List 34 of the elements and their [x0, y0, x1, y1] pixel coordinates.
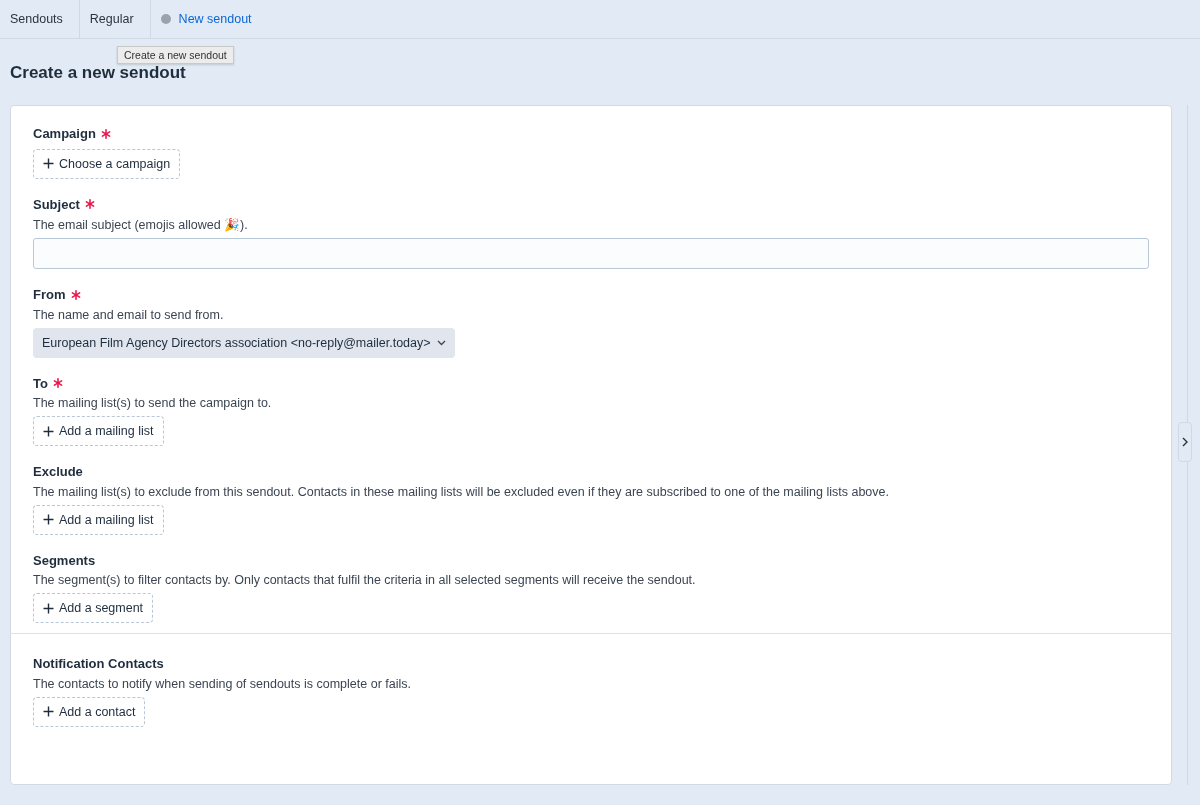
status-dot-icon	[160, 14, 171, 24]
field-description: The contacts to notify when sending of sendouts is complete or fails.	[33, 676, 412, 691]
sender-select[interactable]: European Film Agency Directors association <no-reply@mailer.today>	[33, 327, 455, 358]
field-description: The email subject (emojis allowed 🎉).	[33, 217, 249, 232]
chevron-down-icon	[436, 339, 446, 346]
field-description: The mailing list(s) to send the campaign to.	[33, 396, 273, 410]
add-button[interactable]: Add a segment	[33, 593, 154, 623]
tooltip: Create a new sendout	[117, 46, 234, 64]
page-title: Create a new sendout	[10, 64, 186, 81]
plus-icon	[43, 602, 54, 614]
field-description: The name and email to send from.	[33, 307, 225, 322]
add-button[interactable]: Add a mailing list	[33, 504, 164, 535]
field-label: Subject	[33, 196, 80, 212]
field-label: From	[33, 287, 66, 302]
subject-input-field[interactable]	[33, 238, 1149, 269]
add-button[interactable]: Add a contact	[33, 696, 146, 727]
field-label: To	[33, 375, 48, 391]
add-button[interactable]: Choose a campaign	[33, 148, 181, 179]
plus-icon	[43, 158, 54, 169]
plus-icon	[43, 425, 54, 437]
field-label: Campaign	[33, 126, 96, 141]
breadcrumb-link[interactable]: Sendouts	[0, 0, 80, 38]
field-label: Exclude	[33, 464, 83, 479]
field-description: The segment(s) to filter contacts by. Only contacts that fulfil the criteria in all selected segments will receive the sendout.	[33, 573, 697, 587]
breadcrumb-link[interactable]: Regular	[79, 0, 151, 38]
field-label: Segments	[33, 552, 96, 568]
add-button[interactable]: Add a mailing list	[33, 416, 164, 446]
plus-icon	[43, 706, 54, 717]
field-label: Notification Contacts	[33, 656, 164, 671]
chevron-right-icon	[1182, 437, 1188, 447]
breadcrumb-link[interactable]: New sendout	[150, 0, 262, 38]
field-description: The mailing list(s) to exclude from this sendout. Contacts in these mailing lists will be excluded even if they are subscribed to one of the mailing lists above.	[33, 484, 890, 499]
expand-panel-button[interactable]	[1178, 422, 1192, 462]
plus-icon	[43, 514, 54, 525]
